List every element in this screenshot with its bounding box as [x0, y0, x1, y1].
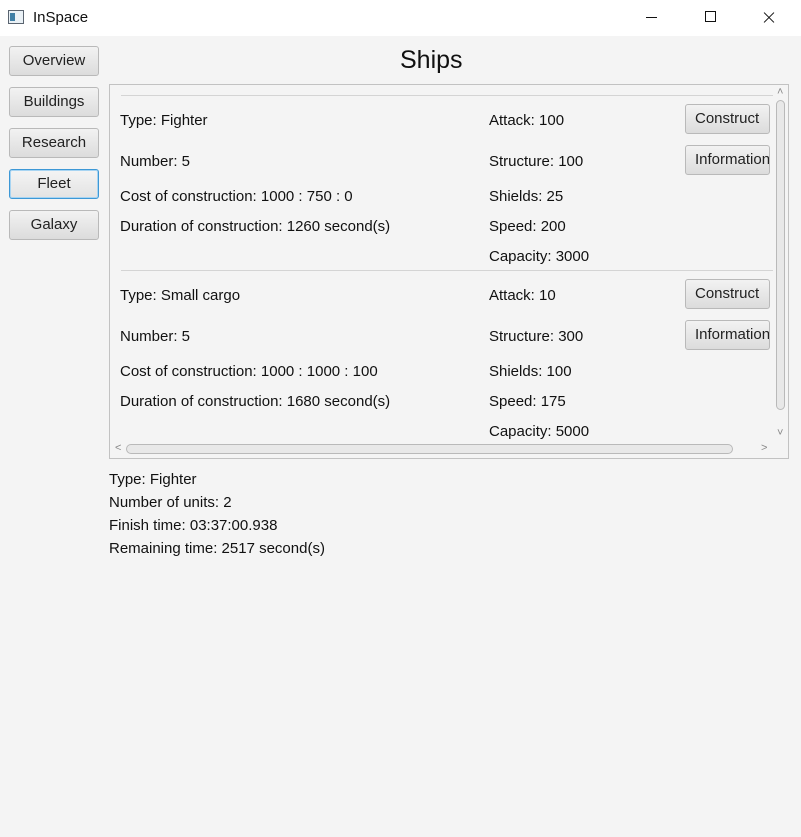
scroll-up-icon[interactable]: ˄: [777, 87, 783, 98]
queue-units: Number of units: 2: [109, 494, 232, 511]
information-button[interactable]: Information: [685, 320, 770, 350]
nav-galaxy-button[interactable]: Galaxy: [9, 210, 99, 240]
window-title: InSpace: [33, 9, 89, 26]
horizontal-scrollbar[interactable]: < >: [111, 441, 774, 457]
ship-duration: Duration of construction: 1260 second(s): [120, 218, 391, 235]
ship-number: Number: 5: [120, 153, 191, 170]
ship-attack: Attack: 10: [489, 287, 556, 304]
minimize-icon[interactable]: [622, 0, 680, 36]
ship-structure: Structure: 100: [489, 153, 584, 170]
maximize-icon[interactable]: [681, 0, 739, 36]
title-bar: InSpace: [0, 0, 801, 36]
ship-speed: Speed: 175: [489, 393, 566, 410]
horizontal-scroll-thumb[interactable]: [126, 444, 733, 454]
ship-shields: Shields: 100: [489, 363, 572, 380]
construct-button[interactable]: Construct: [685, 279, 770, 309]
nav-research-button[interactable]: Research: [9, 128, 99, 158]
ship-duration: Duration of construction: 1680 second(s): [120, 393, 391, 410]
scroll-right-icon[interactable]: >: [761, 443, 767, 454]
vertical-scrollbar[interactable]: ˄ ˅: [774, 86, 788, 442]
close-icon[interactable]: [740, 0, 798, 36]
ship-cost: Cost of construction: 1000 : 750 : 0: [120, 188, 353, 205]
page-title: Ships: [400, 46, 463, 74]
row-divider: [121, 270, 773, 271]
app-window-icon: [8, 10, 24, 24]
queue-remaining-time: Remaining time: 2517 second(s): [109, 540, 325, 557]
nav-buildings-button[interactable]: Buildings: [9, 87, 99, 117]
scroll-corner: [774, 442, 788, 458]
ship-type: Type: Small cargo: [120, 287, 241, 304]
ship-speed: Speed: 200: [489, 218, 566, 235]
ship-cost: Cost of construction: 1000 : 1000 : 100: [120, 363, 378, 380]
row-divider: [121, 95, 773, 96]
queue-finish-time: Finish time: 03:37:00.938: [109, 517, 278, 534]
ship-structure: Structure: 300: [489, 328, 584, 345]
ships-scroll-pane[interactable]: Type: Fighter Number: 5 Cost of construc…: [109, 84, 789, 459]
ship-number: Number: 5: [120, 328, 191, 345]
information-button[interactable]: Information: [685, 145, 770, 175]
nav-fleet-button[interactable]: Fleet: [9, 169, 99, 199]
ship-attack: Attack: 100: [489, 112, 565, 129]
vertical-scroll-thumb[interactable]: [776, 100, 785, 410]
nav-overview-button[interactable]: Overview: [9, 46, 99, 76]
construct-button[interactable]: Construct: [685, 104, 770, 134]
scroll-down-icon[interactable]: ˅: [777, 428, 783, 439]
ship-capacity: Capacity: 5000: [489, 423, 590, 440]
queue-type: Type: Fighter: [109, 471, 197, 488]
ship-type: Type: Fighter: [120, 112, 208, 129]
ship-capacity: Capacity: 3000: [489, 248, 590, 265]
scroll-left-icon[interactable]: <: [115, 443, 121, 454]
ship-shields: Shields: 25: [489, 188, 564, 205]
